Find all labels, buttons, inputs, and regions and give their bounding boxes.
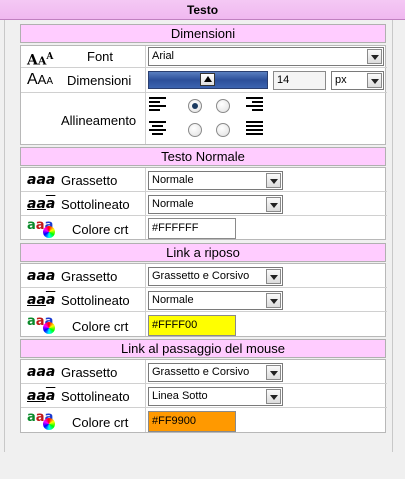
bold-row: aaa Grassetto Normale: [21, 168, 387, 192]
color-wheel-icon: [43, 322, 55, 334]
bold-row: aaa Grassetto Grassetto e Corsivo: [21, 264, 387, 288]
size-field[interactable]: 14: [273, 71, 326, 90]
font-icon: AAA: [27, 52, 54, 69]
unit-select-value: px: [335, 74, 347, 86]
chevron-down-icon: [266, 173, 281, 188]
font-size-icon: AAA: [27, 71, 54, 88]
color-wheel-icon: [43, 418, 55, 430]
chevron-down-icon: [367, 49, 382, 64]
color-row: aaa Colore crt #FFFFFF: [21, 216, 387, 241]
dimensioni-panel: AAA Font Arial AAA Dimensioni 14 px Alli…: [20, 45, 387, 145]
align-right-radio[interactable]: [216, 99, 230, 113]
section-header-link-riposo: Link a riposo: [20, 243, 386, 262]
link-riposo-panel: aaa Grassetto Grassetto e Corsivo aaa So…: [20, 263, 387, 338]
bold-label: Grassetto: [61, 173, 118, 188]
underline-icon: aaa: [27, 388, 56, 404]
font-label: Font: [87, 49, 114, 64]
bold-select-value: Grassetto e Corsivo: [152, 366, 250, 378]
underline-select[interactable]: Normale: [148, 195, 283, 214]
bold-label: Grassetto: [61, 269, 118, 284]
bold-select-value: Grassetto e Corsivo: [152, 270, 250, 282]
bold-select[interactable]: Grassetto e Corsivo: [148, 363, 283, 382]
size-label: Dimensioni: [67, 73, 132, 88]
color-row: aaa Colore crt #FFFF00: [21, 312, 387, 338]
bold-select-value: Normale: [152, 174, 194, 186]
underline-select[interactable]: Linea Sotto: [148, 387, 283, 406]
size-row: AAA Dimensioni 14 px: [21, 68, 387, 93]
bold-select[interactable]: Grassetto e Corsivo: [148, 267, 283, 286]
underline-select[interactable]: Normale: [148, 291, 283, 310]
slider-thumb[interactable]: [200, 73, 215, 86]
color-wheel-icon: [43, 226, 55, 238]
bold-icon: aaa: [27, 364, 56, 380]
color-label: Colore crt: [72, 222, 129, 237]
align-row: Allineamento: [21, 93, 387, 145]
align-right-icon: [246, 97, 263, 111]
chevron-down-icon: [266, 293, 281, 308]
bold-row: aaa Grassetto Grassetto e Corsivo: [21, 360, 387, 384]
section-header-link-hover: Link al passaggio del mouse: [20, 339, 386, 358]
testo-normale-panel: aaa Grassetto Normale aaa Sottolineato N…: [20, 167, 387, 241]
underline-select-value: Normale: [152, 294, 194, 306]
align-left-radio[interactable]: [188, 99, 202, 113]
align-justify-icon: [246, 121, 263, 135]
color-row: aaa Colore crt #FF9900: [21, 408, 387, 434]
bold-label: Grassetto: [61, 365, 118, 380]
color-input[interactable]: #FF9900: [148, 411, 236, 432]
align-center-icon: [149, 121, 166, 135]
chevron-down-icon: [266, 269, 281, 284]
right-border: [392, 20, 393, 452]
underline-row: aaa Sottolineato Normale: [21, 192, 387, 216]
bold-select[interactable]: Normale: [148, 171, 283, 190]
color-input[interactable]: #FFFFFF: [148, 218, 236, 239]
chevron-down-icon: [266, 389, 281, 404]
size-slider[interactable]: [148, 71, 268, 89]
color-label: Colore crt: [72, 415, 129, 430]
chevron-down-icon: [266, 365, 281, 380]
align-label: Allineamento: [61, 113, 137, 128]
underline-label: Sottolineato: [61, 197, 130, 212]
color-label: Colore crt: [72, 319, 129, 334]
unit-select[interactable]: px: [331, 71, 384, 90]
underline-label: Sottolineato: [61, 293, 130, 308]
underline-select-value: Normale: [152, 198, 194, 210]
underline-row: aaa Sottolineato Normale: [21, 288, 387, 312]
underline-select-value: Linea Sotto: [152, 390, 208, 402]
section-header-testo-normale: Testo Normale: [20, 147, 386, 166]
underline-icon: aaa: [27, 292, 56, 308]
font-select[interactable]: Arial: [148, 47, 384, 66]
link-hover-panel: aaa Grassetto Grassetto e Corsivo aaa So…: [20, 359, 387, 434]
chevron-down-icon: [367, 73, 382, 88]
chevron-down-icon: [266, 197, 281, 212]
underline-icon: aaa: [27, 196, 56, 212]
align-left-icon: [149, 97, 166, 111]
font-select-value: Arial: [152, 50, 175, 62]
window-title: Testo: [0, 0, 405, 20]
color-input[interactable]: #FFFF00: [148, 315, 236, 336]
left-border: [4, 20, 5, 452]
font-row: AAA Font Arial: [21, 46, 387, 69]
bold-icon: aaa: [27, 172, 56, 188]
section-header-dimensioni: Dimensioni: [20, 24, 386, 43]
align-justify-radio[interactable]: [216, 123, 230, 137]
underline-row: aaa Sottolineato Linea Sotto: [21, 384, 387, 408]
bold-icon: aaa: [27, 268, 56, 284]
underline-label: Sottolineato: [61, 389, 130, 404]
align-center-radio[interactable]: [188, 123, 202, 137]
